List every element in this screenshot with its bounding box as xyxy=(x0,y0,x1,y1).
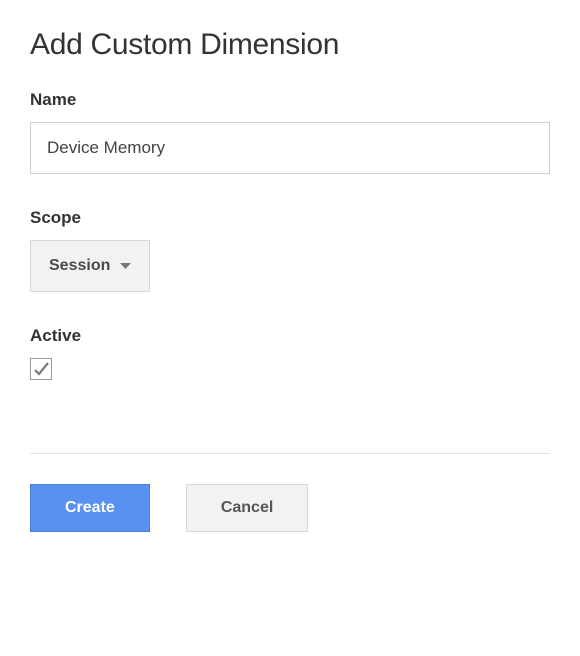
active-field-group: Active xyxy=(30,326,550,383)
scope-label: Scope xyxy=(30,208,550,228)
cancel-button[interactable]: Cancel xyxy=(186,484,308,532)
scope-field-group: Scope Session xyxy=(30,208,550,292)
divider xyxy=(30,453,550,454)
name-label: Name xyxy=(30,90,550,110)
page-title: Add Custom Dimension xyxy=(30,28,550,62)
checkmark-icon xyxy=(32,360,50,378)
name-field-group: Name xyxy=(30,90,550,174)
chevron-down-icon xyxy=(120,263,131,269)
active-label: Active xyxy=(30,326,550,346)
button-row: Create Cancel xyxy=(30,484,550,532)
scope-dropdown[interactable]: Session xyxy=(30,240,150,292)
create-button[interactable]: Create xyxy=(30,484,150,532)
active-checkbox[interactable] xyxy=(30,358,52,380)
scope-selected-value: Session xyxy=(49,257,110,275)
name-input[interactable] xyxy=(30,122,550,174)
